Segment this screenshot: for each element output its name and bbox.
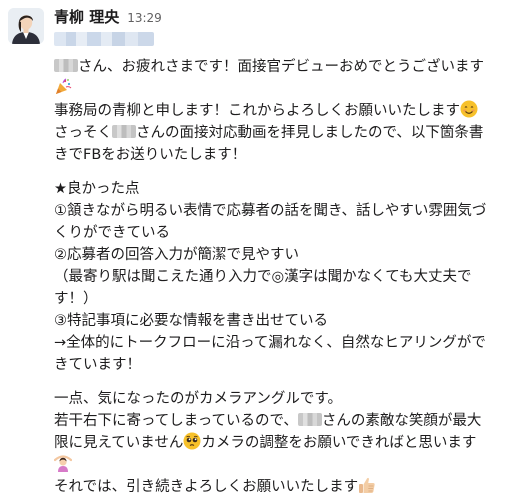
message-text: 事務局の青柳と申します！これからよろしくお願いいたします — [54, 103, 460, 119]
message-line: ②応募者の回答入力が簡潔で見やすい — [54, 244, 506, 266]
message-text: →全体的にトークフローに沿って漏れなく、自然なヒアリングがで — [54, 335, 486, 351]
message-timestamp[interactable]: 13:29 — [127, 11, 162, 25]
message-text: さっそく — [54, 125, 112, 141]
message-text: ①頷きながら明るい表情で応募者の話を聞き、話しやすい雰囲気づ — [54, 203, 487, 219]
message-text: 若干右下に寄ってしまっているので、 — [54, 413, 298, 429]
user-avatar-icon — [8, 8, 44, 44]
message-text: きでFBをお送りいたします！ — [54, 147, 247, 163]
avatar[interactable] — [8, 8, 44, 44]
redacted-name — [54, 59, 78, 72]
message-line: きています！ — [54, 354, 506, 376]
message-line — [54, 78, 506, 100]
redacted-sender-title — [54, 32, 154, 46]
redacted-name — [297, 413, 322, 426]
message-text: さんの素敵な笑顔が最大 — [321, 413, 482, 429]
message-line: →全体的にトークフローに沿って漏れなく、自然なヒアリングがで — [54, 332, 506, 354]
message-text: す！） — [54, 291, 98, 307]
woman-gesturing-ok-icon — [54, 454, 72, 472]
message-line: 事務局の青柳と申します！これからよろしくお願いいたします — [54, 100, 506, 122]
message-body: さん、お疲れさまです！面接官デビューおめでとうございます 事務局の青柳と申します… — [54, 56, 506, 498]
message-line: さっそく さんの面接対応動画を拝見しましたので、以下箇条書 — [54, 122, 506, 144]
sender-name[interactable]: 青柳 理央 — [54, 6, 119, 27]
redacted-name — [112, 125, 136, 138]
message-line: 一点、気になったのがカメラアングルです。 — [54, 388, 506, 410]
message-header: 青柳 理央 13:29 — [54, 6, 162, 30]
message-text: さんの面接対応動画を拝見しましたので、以下箇条書 — [136, 125, 484, 141]
message-line: ③特記事項に必要な情報を書き出せている — [54, 310, 506, 332]
message-line: それでは、引き続きよろしくお願いいたします — [54, 476, 506, 498]
message-text: （最寄り駅は聞こえた通り入力で◎漢字は聞かなくても大丈夫で — [54, 269, 472, 285]
message-text: ③特記事項に必要な情報を書き出せている — [54, 313, 328, 329]
message-text: さん、お疲れさまです！面接官デビューおめでとうございます — [78, 59, 484, 75]
message-line: きでFBをお送りいたします！ — [54, 144, 506, 166]
party-popper-icon — [54, 78, 72, 96]
message-text: それでは、引き続きよろしくお願いいたします — [54, 479, 359, 495]
message-line: さん、お疲れさまです！面接官デビューおめでとうございます — [54, 56, 506, 78]
message-text: ★良かった点 — [54, 181, 140, 197]
message-text: きています！ — [54, 357, 141, 373]
pleading-face-icon — [183, 432, 201, 450]
message-line: くりができている — [54, 222, 506, 244]
message-text: くりができている — [54, 225, 170, 241]
message-line: す！） — [54, 288, 506, 310]
slack-message: 青柳 理央 13:29 さん、お疲れさまです！面接官デビューおめでとうございます — [0, 0, 513, 497]
message-text: カメラの調整をお願いできればと思います — [201, 435, 477, 451]
message-line: ①頷きながら明るい表情で応募者の話を聞き、話しやすい雰囲気づ — [54, 200, 506, 222]
message-text: 一点、気になったのがカメラアングルです。 — [54, 391, 342, 407]
message-line: 若干右下に寄ってしまっているので、 さんの素敵な笑顔が最大 — [54, 410, 506, 432]
message-line: （最寄り駅は聞こえた通り入力で◎漢字は聞かなくても大丈夫で — [54, 266, 506, 288]
message-line — [54, 454, 506, 476]
message-text: 限に見えていません — [54, 435, 184, 451]
message-line: ★良かった点 — [54, 178, 506, 200]
message-text: ②応募者の回答入力が簡潔で見やすい — [54, 247, 299, 263]
smiling-face-icon — [460, 100, 478, 118]
message-line: 限に見えていません カメラの調整をお願いできればと思います — [54, 432, 506, 454]
thumbs-up-icon — [358, 476, 376, 494]
